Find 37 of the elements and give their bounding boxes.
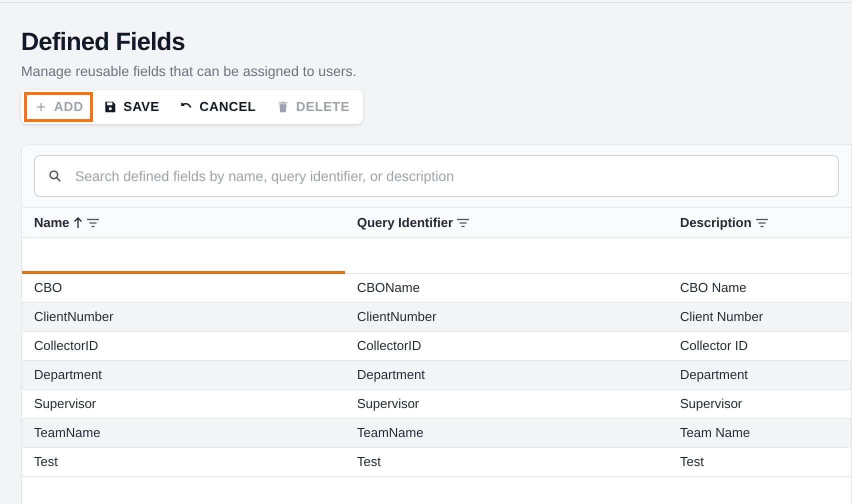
table-cell: CBOName — [357, 280, 420, 295]
table-cell: Supervisor — [680, 396, 742, 411]
column-header[interactable]: Query Identifier — [357, 212, 454, 232]
column-header[interactable]: Description — [680, 212, 752, 232]
table-cell: Test — [34, 454, 58, 469]
trash-icon — [276, 100, 290, 114]
table-cell: Client Number — [680, 309, 764, 324]
table-cell: Department — [357, 367, 425, 382]
table-cell: ClientNumber — [357, 309, 436, 324]
table-cell: CBO Name — [680, 280, 746, 295]
save-icon — [103, 100, 118, 114]
search-icon — [48, 169, 62, 183]
filter-icon[interactable] — [457, 218, 470, 228]
sort-arrow-icon[interactable] — [73, 216, 84, 228]
plus-icon — [34, 100, 48, 114]
page-subtitle: Manage reusable fields that can be assigned to users. — [21, 62, 358, 81]
column-header[interactable]: Name — [34, 212, 70, 232]
table-cell: CBO — [34, 280, 62, 295]
page-title: Defined Fields — [21, 27, 186, 57]
toolbar-button[interactable]: CANCEL — [170, 93, 265, 121]
filter-icon[interactable] — [87, 218, 100, 228]
table-cell: Collector ID — [680, 338, 748, 353]
table-cell: TeamName — [357, 425, 424, 440]
table-cell: Supervisor — [357, 396, 420, 411]
table-cell: CollectorID — [357, 338, 422, 353]
table-cell: Test — [357, 454, 381, 469]
filter-icon[interactable] — [756, 218, 768, 228]
search-field[interactable]: Search defined fields by name, query identifier, or description — [34, 155, 839, 197]
toolbar-button[interactable]: SAVE — [94, 93, 168, 121]
table-cell: Test — [680, 454, 704, 469]
table-cell: Department — [680, 367, 748, 382]
table-cell: Team Name — [680, 425, 750, 440]
table-cell: TeamName — [34, 425, 100, 440]
table-cell: Department — [34, 367, 102, 382]
table-cell: Supervisor — [34, 396, 96, 411]
table-cell: ClientNumber — [34, 309, 114, 324]
table-cell: CollectorID — [34, 338, 98, 353]
